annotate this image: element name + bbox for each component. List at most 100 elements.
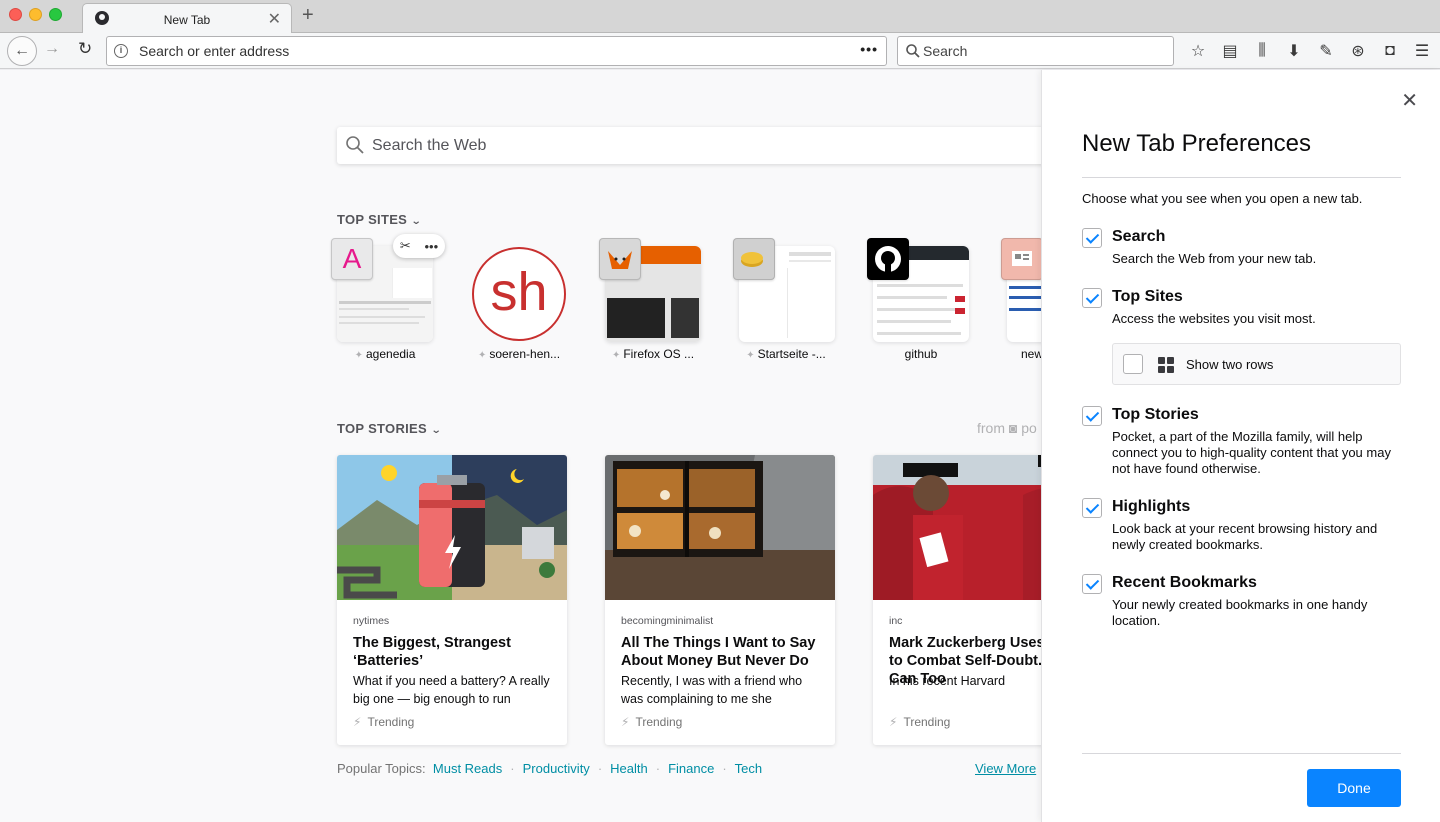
search-bar[interactable] <box>897 36 1174 66</box>
story-card[interactable]: becomingminimalist All The Things I Want… <box>605 455 835 745</box>
web-search-box[interactable] <box>337 127 1041 164</box>
pref-description: Search the Web from your new tab. <box>1112 251 1317 266</box>
topic-link[interactable]: Finance <box>668 761 714 776</box>
extension-icon[interactable]: ⊛ <box>1342 41 1374 61</box>
web-search-input[interactable] <box>372 127 972 164</box>
pocket-icon[interactable]: ◘ <box>1374 42 1406 60</box>
topic-link[interactable]: Must Reads <box>433 761 502 776</box>
pref-top-sites-checkbox[interactable] <box>1082 288 1102 308</box>
nav-bar: ← → ↻ i ••• ☆ ▤ ⫼ ⬇ ✎ ⊛ ◘ ☰ <box>0 33 1440 69</box>
new-tab-page: TOP SITES⌄ A ✂ ••• ✦agenedia sh ✦soeren-… <box>0 70 1041 822</box>
window-close-button[interactable] <box>9 8 22 21</box>
pref-top-stories-checkbox[interactable] <box>1082 406 1102 426</box>
grid-icon <box>1158 357 1174 373</box>
fox-icon <box>599 238 641 280</box>
top-site-label: ✦ Startseite -... <box>746 347 826 361</box>
library-icon[interactable]: ⫼ <box>1246 42 1278 60</box>
page-actions-icon[interactable]: ••• <box>860 41 878 57</box>
top-sites-header[interactable]: TOP SITES ⌄ <box>337 212 423 227</box>
top-site-label: ✦ soeren-hen... <box>477 347 561 361</box>
lightning-icon: ⚡ <box>621 715 630 729</box>
topic-link[interactable]: Health <box>610 761 648 776</box>
divider <box>1082 753 1401 754</box>
pref-label: Top Sites <box>1112 288 1183 305</box>
story-source: becomingminimalist <box>621 615 714 627</box>
pref-label: Recent Bookmarks <box>1112 574 1257 591</box>
window-minimize-button[interactable] <box>29 8 42 21</box>
prefs-title: New Tab Preferences <box>1082 130 1312 157</box>
forward-arrow-icon[interactable]: → <box>44 40 60 58</box>
pocket-logo-icon: ◙ po <box>1008 420 1037 436</box>
story-image-battery <box>337 455 567 600</box>
from-pocket: from ◙ po <box>977 420 1037 436</box>
story-image-shop-window <box>605 455 835 600</box>
tile-icon-agenedia: A <box>331 238 373 280</box>
wrench-icon[interactable]: ✎ <box>1310 41 1342 61</box>
tile-context-menu: ✂ ••• <box>393 234 445 258</box>
story-source: nytimes <box>353 615 390 627</box>
back-arrow-icon[interactable]: ← <box>7 36 37 66</box>
story-context: ⚡ Trending <box>621 715 683 729</box>
menu-hamburger-icon[interactable]: ☰ <box>1406 41 1438 61</box>
top-site-label: new <box>1021 347 1041 361</box>
search-icon <box>346 136 364 154</box>
pin-icon: ✦ <box>746 350 755 361</box>
top-site-tile-soeren[interactable]: sh <box>471 246 567 342</box>
popular-topics-label: Popular Topics: <box>337 761 426 776</box>
reload-icon[interactable]: ↻ <box>78 39 92 59</box>
pref-description: Pocket, a part of the Mozilla family, wi… <box>1112 429 1391 476</box>
coin-icon <box>733 238 775 280</box>
pref-label: Top Stories <box>1112 406 1199 423</box>
story-description: What if you need a battery? A really big… <box>353 674 550 706</box>
pin-icon: ✦ <box>477 350 487 361</box>
window-maximize-button[interactable] <box>49 8 62 21</box>
more-options-icon[interactable]: ••• <box>424 239 438 254</box>
new-tab-plus-icon[interactable]: + <box>302 4 314 27</box>
bookmark-star-icon[interactable]: ☆ <box>1182 41 1214 61</box>
divider <box>1082 177 1401 178</box>
view-more-link[interactable]: View More <box>975 761 1036 776</box>
pin-tile-icon[interactable]: ✂ <box>400 238 411 254</box>
reader-view-icon[interactable]: ▤ <box>1214 41 1246 61</box>
top-site-label: github <box>904 347 938 361</box>
story-description: In his recent Harvard <box>889 674 1006 688</box>
popular-topics: Popular Topics: Must Reads · Productivity ·… <box>337 761 763 776</box>
tab-title: New Tab <box>163 13 211 27</box>
story-source: inc <box>889 615 903 627</box>
done-button[interactable]: Done <box>1307 769 1401 807</box>
pin-icon: ✦ <box>354 350 363 361</box>
topic-link[interactable]: Tech <box>735 761 762 776</box>
close-icon[interactable]: ✕ <box>1401 88 1418 113</box>
top-stories-header[interactable]: TOP STORIES ⌄ <box>337 421 442 436</box>
story-card[interactable]: nytimes The Biggest, Strangest ‘Batterie… <box>337 455 567 745</box>
prefs-intro: Choose what you see when you open a new … <box>1082 191 1363 206</box>
pref-recent-bookmarks-checkbox[interactable] <box>1082 574 1102 594</box>
pref-label: Highlights <box>1112 498 1191 515</box>
top-site-label: ✦ agenedia <box>354 347 416 361</box>
download-icon[interactable]: ⬇ <box>1278 41 1310 61</box>
story-context: ⚡ Trending <box>353 715 415 729</box>
show-two-rows-label: Show two rows <box>1186 357 1274 372</box>
pref-search-checkbox[interactable] <box>1082 228 1102 248</box>
story-card[interactable]: inc Mark Zuckerberg Uses Trick to Combat… <box>873 455 1041 745</box>
show-two-rows-checkbox[interactable] <box>1123 354 1143 374</box>
pref-highlights-checkbox[interactable] <box>1082 498 1102 518</box>
chevron-down-icon: ⌄ <box>410 216 423 227</box>
show-two-rows-option[interactable]: Show two rows <box>1112 343 1401 385</box>
pref-label: Search <box>1112 228 1166 245</box>
url-input[interactable] <box>139 37 839 65</box>
lightning-icon: ⚡ <box>353 715 362 729</box>
tile-logo-sh: sh <box>472 247 566 341</box>
topic-link[interactable]: Productivity <box>523 761 590 776</box>
tab-close-icon[interactable]: ✕ <box>268 9 281 29</box>
story-context: ⚡ Trending <box>889 715 951 729</box>
chevron-down-icon: ⌄ <box>430 425 442 436</box>
new-tab-preferences-panel: ✕ New Tab Preferences Choose what you se… <box>1041 70 1440 822</box>
story-title: The Biggest, Strangest ‘Batteries’ <box>353 635 511 669</box>
url-bar[interactable]: i ••• <box>106 36 887 66</box>
pin-icon: ✦ <box>611 350 621 361</box>
tab-new-tab[interactable]: New Tab ✕ <box>82 3 292 34</box>
search-input[interactable] <box>923 37 1163 65</box>
top-sites-title: TOP SITES <box>337 212 408 227</box>
info-icon[interactable]: i <box>114 44 128 58</box>
